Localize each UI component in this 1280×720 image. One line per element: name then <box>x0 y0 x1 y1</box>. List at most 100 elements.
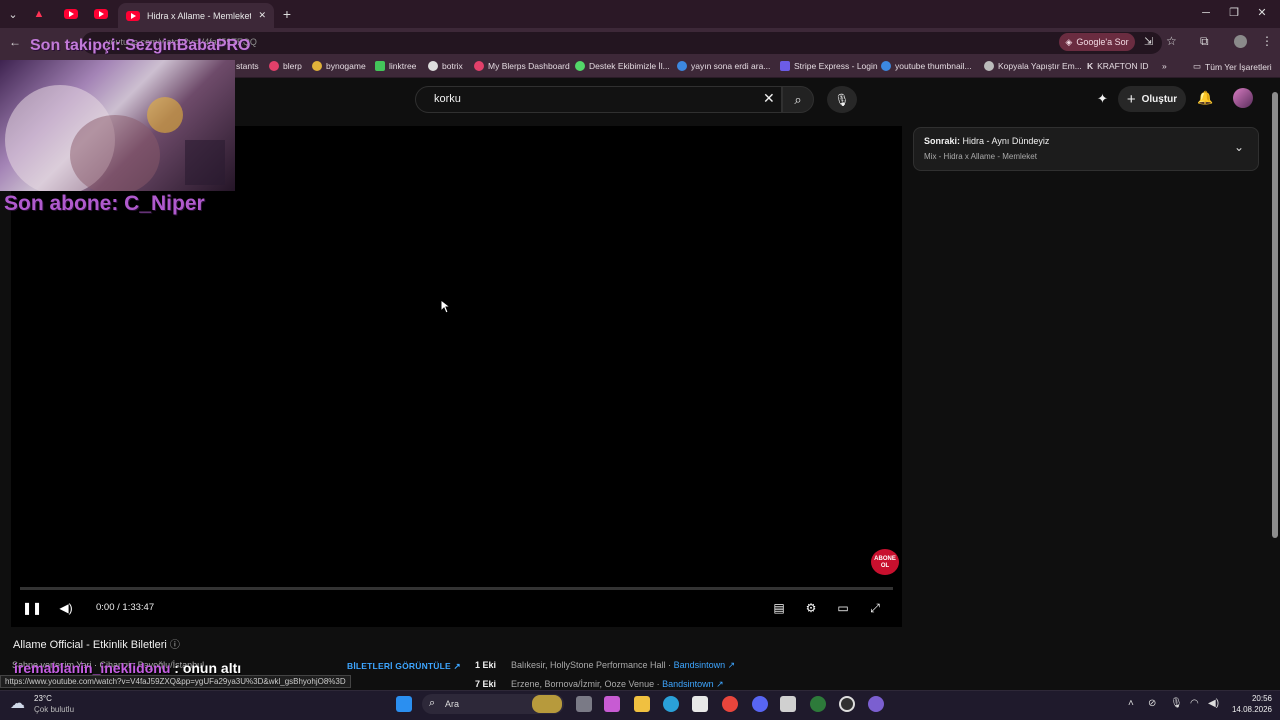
time-display: 0:00 / 1:33:47 <box>96 602 155 613</box>
theater-mode-icon[interactable]: ▭ <box>834 600 852 616</box>
channel-avatar[interactable] <box>1233 88 1253 108</box>
youtube-favicon-icon <box>126 10 140 21</box>
all-bookmarks-label: Tüm Yer İşaretleri <box>1205 61 1272 72</box>
bookmark-item[interactable]: linktree <box>375 61 416 71</box>
create-label: Oluştur <box>1141 93 1178 105</box>
restore-window-icon[interactable]: ❐ <box>1224 5 1244 21</box>
progress-bar[interactable] <box>20 587 893 590</box>
discord-icon[interactable] <box>752 696 768 712</box>
settings-gear-icon[interactable]: ⚙ <box>802 600 820 616</box>
edge-browser-icon[interactable] <box>663 696 679 712</box>
back-arrow-icon[interactable]: ← <box>9 35 21 49</box>
separator-dot: · <box>654 679 663 689</box>
external-link-icon: ↗ <box>453 661 461 671</box>
bookmark-label: My Blerps Dashboard <box>488 61 570 71</box>
minimize-window-icon[interactable]: ─ <box>1196 5 1216 21</box>
new-tab-icon[interactable]: + <box>279 6 295 22</box>
globe-icon <box>984 61 994 71</box>
install-app-icon[interactable]: ⇲ <box>1144 35 1153 48</box>
weather-temperature[interactable]: 23°C <box>34 694 52 703</box>
search-button[interactable]: ⌕ <box>782 86 814 113</box>
weather-description[interactable]: Çok bulutlu <box>34 705 74 714</box>
bookmark-item[interactable]: My Blerps Dashboard <box>474 61 570 71</box>
bookmark-item[interactable]: K KRAFTON ID <box>1087 61 1148 71</box>
voice-search-button[interactable]: 🎙 <box>827 86 857 113</box>
file-explorer-icon[interactable] <box>634 696 650 712</box>
bookmark-item[interactable]: Destek Ekibimizle İl... <box>575 61 670 71</box>
tab-search-icon[interactable]: ⌄ <box>5 6 21 22</box>
microphone-icon[interactable]: 🎙 <box>1170 698 1183 709</box>
pause-icon[interactable]: ❚❚ <box>22 600 42 616</box>
event-row[interactable]: 7 Eki Erzene, Bornova/İzmir, Ooze Venue ·… <box>475 679 724 690</box>
krafton-icon: K <box>1087 61 1094 71</box>
bookmark-item[interactable]: yayın sona erdi ara... <box>677 61 770 71</box>
browser-menu-icon[interactable]: ⋮ <box>1261 34 1273 48</box>
bookmark-item[interactable]: youtube thumbnail... <box>881 61 972 71</box>
bookmark-item[interactable]: Stripe Express - Login <box>780 61 878 71</box>
bookmark-label: blerp <box>283 61 302 71</box>
show-hidden-icons-icon[interactable]: ˄ <box>1128 698 1134 709</box>
wifi-icon[interactable]: ◠ <box>1190 698 1199 709</box>
page-scrollbar-thumb[interactable] <box>1272 92 1278 538</box>
youtube-search-box[interactable] <box>415 86 782 113</box>
bookmarks-overflow-button[interactable]: » <box>1162 61 1167 71</box>
info-icon[interactable]: ⓘ <box>170 640 180 651</box>
up-next-panel[interactable] <box>913 127 1259 171</box>
clock-time[interactable]: 20:56 <box>1240 694 1272 703</box>
event-link[interactable]: Bandsintown <box>674 660 726 670</box>
chrome-icon[interactable] <box>722 696 738 712</box>
speaker-icon[interactable]: ◀) <box>1208 698 1219 709</box>
view-tickets-button[interactable]: BİLETLERİ GÖRÜNTÜLE ↗ <box>347 661 461 672</box>
search-highlight-icon[interactable] <box>532 695 562 713</box>
search-input[interactable]: korku <box>434 93 461 105</box>
clock-date[interactable]: 14.08.2026 <box>1228 705 1272 714</box>
obs-studio-icon[interactable] <box>839 696 855 712</box>
pinned-tab-adobe-icon[interactable]: ▲ <box>31 6 47 22</box>
last-follower-overlay: Son takipçi: SezginBabaPRO <box>30 37 251 54</box>
extensions-icon[interactable]: ⧉ <box>1200 34 1209 49</box>
weather-cloud-icon[interactable]: ☁ <box>10 694 25 712</box>
ask-google-button[interactable]: ◈ Google'a Sor <box>1059 33 1135 51</box>
subtitles-icon[interactable]: ▤ <box>770 600 788 616</box>
copilot-icon[interactable] <box>604 696 620 712</box>
windows-start-icon[interactable] <box>396 696 412 712</box>
up-next-label: Sonraki: <box>924 136 961 146</box>
app-icon[interactable] <box>780 696 796 712</box>
volume-icon[interactable]: ◀) <box>57 600 75 616</box>
clear-search-icon[interactable]: ✕ <box>763 90 775 107</box>
streaming-app-icon[interactable] <box>868 696 884 712</box>
bookmark-label: stants <box>236 61 259 71</box>
app-green-icon[interactable] <box>810 696 826 712</box>
notifications-bell-icon[interactable]: 🔔 <box>1197 90 1213 106</box>
chat-username: iremablanin_ineklidonu <box>14 660 171 676</box>
bookmark-label: KRAFTON ID <box>1097 61 1149 71</box>
pinned-tab-youtube-icon[interactable] <box>63 6 79 22</box>
up-next-subtitle: Mix - Hidra x Allame - Memleket <box>924 152 1037 161</box>
event-row[interactable]: 1 Eki Balıkesir, HollyStone Performance H… <box>475 660 735 671</box>
bookmark-label: bynogame <box>326 61 366 71</box>
bookmark-item[interactable]: botrix <box>428 61 463 71</box>
chevron-down-icon[interactable]: ⌄ <box>1234 140 1244 154</box>
all-bookmarks-button[interactable]: ▭ Tüm Yer İşaretleri <box>1193 61 1272 72</box>
bookmark-item[interactable]: blerp <box>269 61 302 71</box>
create-button[interactable]: + Oluştur <box>1118 86 1186 112</box>
bookmark-label: Kopyala Yapıştır Em... <box>998 61 1082 71</box>
mix-icon[interactable]: ✦ <box>1097 91 1108 107</box>
task-view-icon[interactable] <box>576 696 592 712</box>
pinned-tab-youtube-icon-2[interactable] <box>93 6 109 22</box>
close-window-icon[interactable]: ✕ <box>1252 5 1272 21</box>
close-tab-icon[interactable]: ✕ <box>258 10 266 21</box>
bookmark-item[interactable]: Kopyala Yapıştır Em... <box>984 61 1082 71</box>
profile-avatar[interactable] <box>1234 35 1247 48</box>
event-link[interactable]: Bandsintown <box>662 679 714 689</box>
bookmark-star-icon[interactable]: ☆ <box>1166 34 1177 48</box>
external-link-icon: ↗ <box>725 660 736 670</box>
bookmark-label: Destek Ekibimizle İl... <box>589 61 670 71</box>
network-off-icon[interactable]: ⊘ <box>1148 698 1156 709</box>
bookmark-item[interactable]: stants <box>236 61 259 71</box>
fullscreen-icon[interactable]: ⤢ <box>866 600 884 616</box>
microsoft-store-icon[interactable] <box>692 696 708 712</box>
subscribe-watermark[interactable]: ABONE OL <box>871 549 899 575</box>
bookmark-item[interactable]: bynogame <box>312 61 366 71</box>
active-tab[interactable]: Hidra x Allame - Memleket - Yo ✕ <box>118 3 274 28</box>
